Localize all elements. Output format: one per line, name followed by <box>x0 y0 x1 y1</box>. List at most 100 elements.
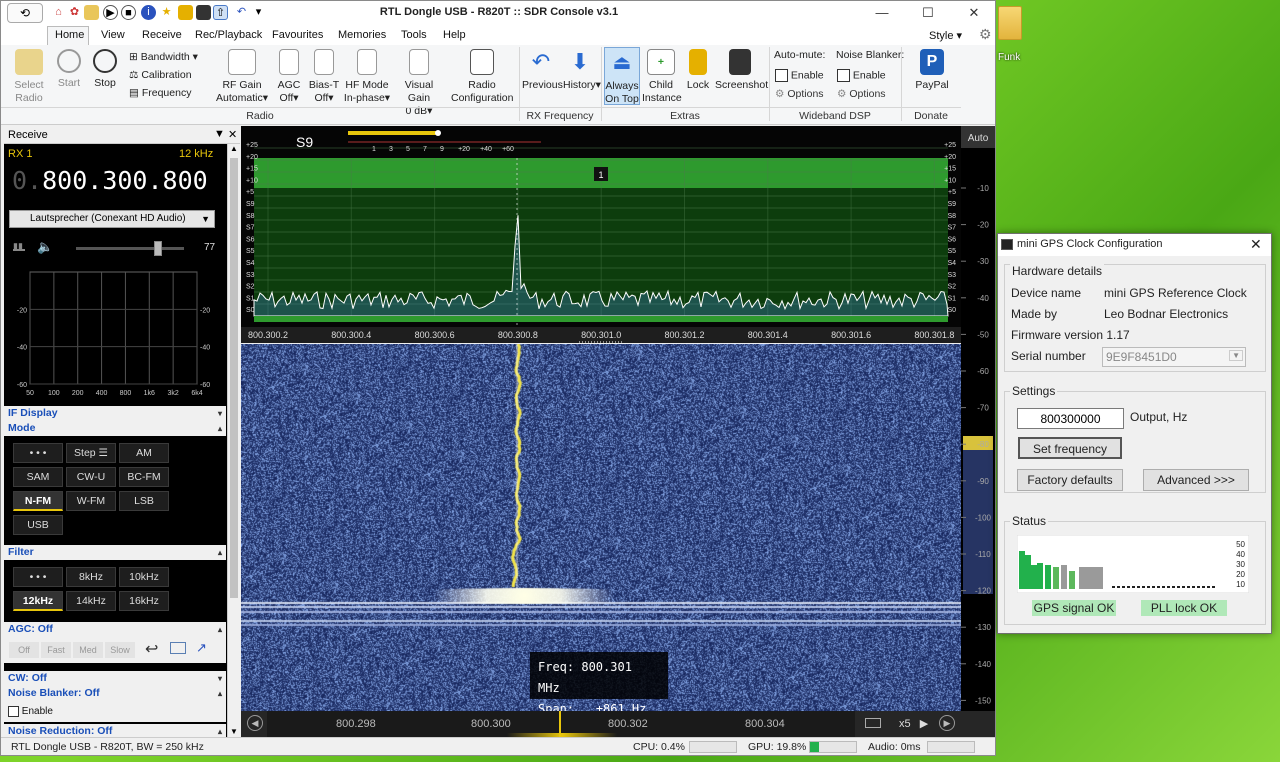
agc-settings-icon[interactable] <box>170 642 186 654</box>
rf-gain-button[interactable]: RF Gain Automatic▾ <box>213 49 271 105</box>
radio-configuration-button[interactable]: Radio Configuration <box>451 49 513 105</box>
minimize-button[interactable]: — <box>859 1 905 25</box>
automute-enable-checkbox[interactable]: Enable <box>775 69 824 82</box>
screenshot-button[interactable]: Screenshot <box>715 49 768 92</box>
tab-help[interactable]: Help <box>443 29 466 41</box>
cw-section[interactable]: CW: Off ▾ <box>4 671 226 687</box>
desktop-folder[interactable]: Funk <box>998 6 1026 66</box>
dropdown-arrow-icon[interactable]: ▼ <box>214 128 225 140</box>
select-radio-button[interactable]: Select Radio <box>9 49 49 105</box>
noise-blanker-enable-checkbox[interactable]: Enable <box>837 69 886 82</box>
filter-section[interactable]: Filter ▴ <box>4 545 226 560</box>
filter-10khz-button[interactable]: 10kHz <box>119 567 169 587</box>
agc-back-icon[interactable]: ↩ <box>145 639 158 659</box>
nb-enable-checkbox[interactable]: Enable <box>8 706 53 717</box>
agc-section[interactable]: AGC: Off ▴ <box>4 622 226 638</box>
agc-button[interactable]: AGC Off▾ <box>274 49 304 105</box>
auto-button[interactable]: Auto <box>968 133 989 144</box>
calibration-button[interactable]: ⚖ Calibration <box>129 69 192 82</box>
mode-nfm-button[interactable]: N-FM <box>13 491 63 511</box>
automute-options-button[interactable]: ⚙ Options <box>775 88 824 101</box>
mode-usb-button[interactable]: USB <box>13 515 63 535</box>
noise-reduction-section[interactable]: Noise Reduction: Off ▴ <box>4 724 226 738</box>
smeter-scale-label: 9 <box>440 146 444 153</box>
filter-14khz-button[interactable]: 14kHz <box>66 591 116 611</box>
lock-button[interactable]: Lock <box>684 49 712 92</box>
keyboard-icon[interactable] <box>865 718 881 728</box>
db-scale[interactable]: Auto -10 -20 -30 -40 -50 -60 -70 -80 -90 -100 -110… <box>961 126 995 711</box>
mode-am-button[interactable]: AM <box>119 443 169 463</box>
advanced-button[interactable]: Advanced >>> <box>1143 469 1249 491</box>
scroll-thumb[interactable] <box>230 158 238 598</box>
zoom-select[interactable]: x5 ▶ <box>899 717 928 730</box>
serial-select[interactable]: 9E9F8451D0 ▼ <box>1102 347 1246 367</box>
set-frequency-button[interactable]: Set frequency <box>1018 437 1122 459</box>
volume-slider[interactable] <box>76 241 184 256</box>
close-panel-icon[interactable]: ✕ <box>228 128 237 141</box>
maximize-button[interactable]: ☐ <box>905 1 951 25</box>
child-instance-button[interactable]: + Child Instance <box>642 49 682 105</box>
agc-slow-button[interactable]: Slow <box>105 642 135 658</box>
panel-scrollbar[interactable]: ▲ ▼ <box>227 144 240 738</box>
dialog-close-button[interactable]: ✕ <box>1250 236 1262 253</box>
factory-defaults-button[interactable]: Factory defaults <box>1017 469 1123 491</box>
if-display-section[interactable]: IF Display ▾ <box>4 406 226 421</box>
noise-blanker-label: Noise Blanker: <box>836 49 905 61</box>
mode-more-button[interactable]: • • • <box>13 443 63 463</box>
mode-lsb-button[interactable]: LSB <box>119 491 169 511</box>
scroll-down-arrow[interactable]: ▼ <box>230 727 238 736</box>
style-menu[interactable]: Style ▾ <box>929 29 962 42</box>
agc-chart-icon[interactable]: ↗ <box>196 640 207 656</box>
agc-off-button[interactable]: Off <box>9 642 39 658</box>
bias-t-button[interactable]: Bias-T Off▾ <box>307 49 341 105</box>
smeter-scale-label: +40 <box>480 146 492 153</box>
scroll-left-button[interactable]: ◀ <box>247 715 263 731</box>
audio-device-select[interactable]: Lautsprecher (Conexant HD Audio) ▼ <box>9 210 215 228</box>
spectrum-scale-right: +15 <box>944 166 956 173</box>
frequency-button[interactable]: ▤ Frequency <box>129 87 191 100</box>
mode-sam-button[interactable]: SAM <box>13 467 63 487</box>
tab-home[interactable]: Home <box>55 29 84 41</box>
spectrum-display[interactable]: +25 +25 +20 +20 +15 +15 +10 +10 +5 +5 S9 S9 S8 S8 S7 S7… <box>241 126 961 343</box>
mode-section[interactable]: Mode ▴ <box>4 421 226 436</box>
tab-memories[interactable]: Memories <box>338 29 386 41</box>
tab-receive[interactable]: Receive <box>142 29 182 41</box>
levels-icon[interactable]: ▮▮ <box>13 241 25 251</box>
tab-view[interactable]: View <box>101 29 125 41</box>
mode-bcfm-button[interactable]: BC-FM <box>119 467 169 487</box>
bandwidth-button[interactable]: ⊞ Bandwidth ▾ <box>129 51 198 64</box>
history-button[interactable]: ⬇ History▾ <box>563 49 601 92</box>
waterfall-display[interactable]: Freq: 800.301 MHz Span: ±861 Hz <box>241 344 961 711</box>
tab-recplayback[interactable]: Rec/Playback <box>195 29 262 41</box>
always-on-top-button[interactable]: ⏏ Always On Top <box>604 47 640 105</box>
agc-med-button[interactable]: Med <box>73 642 103 658</box>
smeter-scale-label: +20 <box>458 146 470 153</box>
speaker-icon[interactable]: 🔈 <box>37 239 53 255</box>
scroll-up-arrow[interactable]: ▲ <box>228 144 240 153</box>
start-button[interactable]: Start <box>55 49 83 90</box>
filter-8khz-button[interactable]: 8kHz <box>66 567 116 587</box>
frequency-scale-track[interactable]: 800.298 800.300 800.302 800.304 <box>267 711 855 737</box>
tab-tools[interactable]: Tools <box>401 29 427 41</box>
gear-icon[interactable]: ⚙ <box>979 26 992 43</box>
filter-more-button[interactable]: • • • <box>13 567 63 587</box>
stop-button[interactable]: Stop <box>91 49 119 90</box>
noise-blanker-options-button[interactable]: ⚙ Options <box>837 88 886 101</box>
mode-step-button[interactable]: Step ☰ <box>66 443 116 463</box>
volume-slider-thumb[interactable] <box>154 241 162 256</box>
filter-12khz-button[interactable]: 12kHz <box>13 591 63 611</box>
stop-circle-icon <box>93 49 117 73</box>
previous-button[interactable]: ↶ Previous <box>522 49 563 92</box>
agc-fast-button[interactable]: Fast <box>41 642 71 658</box>
hf-mode-button[interactable]: HF Mode In-phase▾ <box>343 49 391 105</box>
frequency-display[interactable]: 0.800.300.800 <box>12 166 208 195</box>
mode-cwu-button[interactable]: CW-U <box>66 467 116 487</box>
noise-blanker-section[interactable]: Noise Blanker: Off ▴ <box>4 686 226 702</box>
mode-wfm-button[interactable]: W-FM <box>66 491 116 511</box>
close-button[interactable]: ✕ <box>951 1 995 25</box>
output-frequency-input[interactable] <box>1017 408 1124 429</box>
tab-favourites[interactable]: Favourites <box>272 29 323 41</box>
filter-16khz-button[interactable]: 16kHz <box>119 591 169 611</box>
paypal-button[interactable]: P PayPal <box>913 49 951 92</box>
scroll-right-button[interactable]: ▶ <box>939 715 955 731</box>
